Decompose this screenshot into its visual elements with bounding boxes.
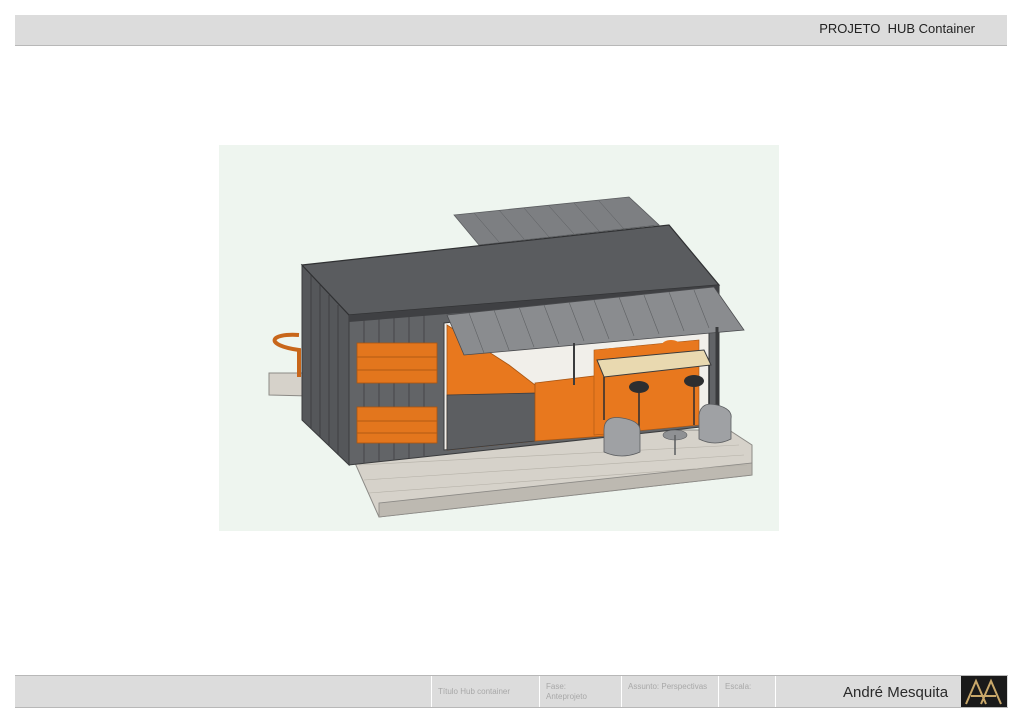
title-cell: Título Hub container <box>431 676 539 707</box>
phase-label: Fase: <box>546 682 567 691</box>
author-name: André Mesquita <box>843 684 949 701</box>
scale-label: Escala: <box>725 682 752 691</box>
container-illustration <box>268 196 753 518</box>
subject-cell: Assunto: Perspectivas <box>621 676 718 707</box>
orange-shelf-top <box>356 342 438 384</box>
handrail <box>272 332 301 377</box>
drawing-title: Título Hub container <box>438 687 511 696</box>
grey-counter-front <box>446 392 536 451</box>
container-perspective-render <box>219 145 779 531</box>
armchair-left <box>603 417 641 457</box>
subject-label: Assunto: Perspectivas <box>628 682 708 691</box>
title-block: Título Hub container Fase: Anteprojeto A… <box>15 675 1008 708</box>
orange-shelf-bottom <box>356 406 438 444</box>
armchair-right <box>698 403 732 444</box>
project-title: PROJETO HUB Container <box>819 21 975 36</box>
header-bar: PROJETO HUB Container <box>15 15 1007 46</box>
scale-cell: Escala: <box>718 676 775 707</box>
phase-value: Anteprojeto <box>546 692 587 701</box>
am-logo <box>961 676 1007 707</box>
phase-cell: Fase: Anteprojeto <box>539 676 621 707</box>
am-monogram-icon <box>965 678 1002 705</box>
